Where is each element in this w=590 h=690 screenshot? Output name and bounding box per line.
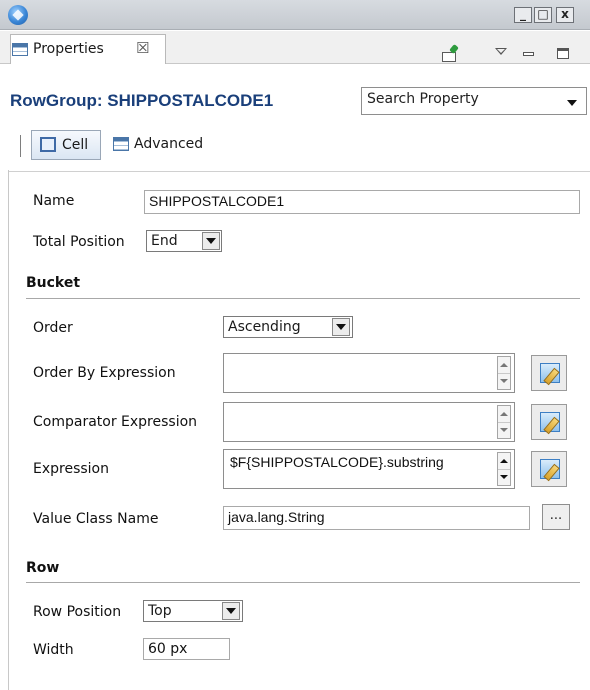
tab-advanced[interactable]: Advanced <box>134 136 203 152</box>
bucket-section-divider <box>26 298 580 299</box>
order-by-expression-label: Order By Expression <box>33 365 176 381</box>
divider <box>498 373 510 374</box>
row-section-title: Row <box>26 560 60 576</box>
browse-class-button[interactable]: ... <box>542 504 570 530</box>
scroll-up-icon[interactable] <box>500 412 508 416</box>
scroll-up-icon[interactable] <box>500 459 508 463</box>
panel-left-border <box>8 170 9 690</box>
name-label: Name <box>33 193 75 209</box>
comparator-expression-label: Comparator Expression <box>33 414 198 430</box>
window-title-bar <box>0 0 590 30</box>
total-position-label: Total Position <box>33 234 125 250</box>
row-position-label: Row Position <box>33 604 122 620</box>
chevron-down-icon[interactable] <box>332 318 350 336</box>
row-position-value: Top <box>148 603 172 619</box>
view-menu-icon[interactable] <box>495 48 507 55</box>
properties-table-icon <box>12 43 28 56</box>
total-position-value: End <box>151 233 178 249</box>
expression-editor-icon <box>540 363 560 383</box>
edit-expression-button[interactable] <box>531 451 567 487</box>
maximize-view-icon[interactable] <box>557 48 569 59</box>
expression-editor-icon <box>540 412 560 432</box>
tab-separator <box>20 135 21 157</box>
order-by-expression-scroll[interactable] <box>497 356 511 390</box>
name-field[interactable]: SHIPPOSTALCODE1 <box>144 190 580 214</box>
edit-comparator-expression-button[interactable] <box>531 404 567 440</box>
bucket-section-title: Bucket <box>26 275 81 291</box>
tab-cell-label: Cell <box>62 137 89 153</box>
row-section-divider <box>26 582 580 583</box>
minimize-window-button[interactable]: _ <box>514 7 532 23</box>
chevron-down-icon[interactable] <box>222 602 240 620</box>
tab-properties-label: Properties <box>33 41 104 57</box>
divider <box>498 469 510 470</box>
width-field[interactable]: 60 px <box>143 638 230 660</box>
value-class-name-field[interactable]: java.lang.String <box>223 506 530 530</box>
app-icon <box>8 5 28 25</box>
page-title: RowGroup: SHIPPOSTALCODE1 <box>10 91 274 110</box>
tab-close-icon[interactable]: ☒ <box>136 39 149 57</box>
cell-icon <box>40 137 56 152</box>
scroll-up-icon[interactable] <box>500 363 508 367</box>
search-property-text: Search Property <box>367 91 479 107</box>
expression-field[interactable]: $F{SHIPPOSTALCODE}.substring <box>223 449 515 489</box>
expression-scroll[interactable] <box>497 452 511 486</box>
close-window-button[interactable]: x <box>556 7 574 23</box>
width-label: Width <box>33 642 74 658</box>
chevron-down-icon[interactable] <box>202 232 220 250</box>
divider <box>8 171 590 172</box>
expression-label: Expression <box>33 461 109 477</box>
order-value: Ascending <box>228 319 301 335</box>
pin-view-icon[interactable] <box>442 52 456 62</box>
minimize-view-icon[interactable] <box>523 52 534 56</box>
edit-order-by-expression-button[interactable] <box>531 355 567 391</box>
chevron-down-icon[interactable] <box>567 100 577 106</box>
order-by-expression-field[interactable] <box>223 353 515 393</box>
comparator-expression-field[interactable] <box>223 402 515 442</box>
scroll-down-icon[interactable] <box>500 379 508 383</box>
scroll-down-icon[interactable] <box>500 428 508 432</box>
order-label: Order <box>33 320 73 336</box>
expression-editor-icon <box>540 459 560 479</box>
maximize-window-button[interactable]: □ <box>534 7 552 23</box>
divider <box>498 422 510 423</box>
scroll-down-icon[interactable] <box>500 475 508 479</box>
comparator-expression-scroll[interactable] <box>497 405 511 439</box>
value-class-name-label: Value Class Name <box>33 511 159 527</box>
advanced-table-icon <box>113 137 129 151</box>
